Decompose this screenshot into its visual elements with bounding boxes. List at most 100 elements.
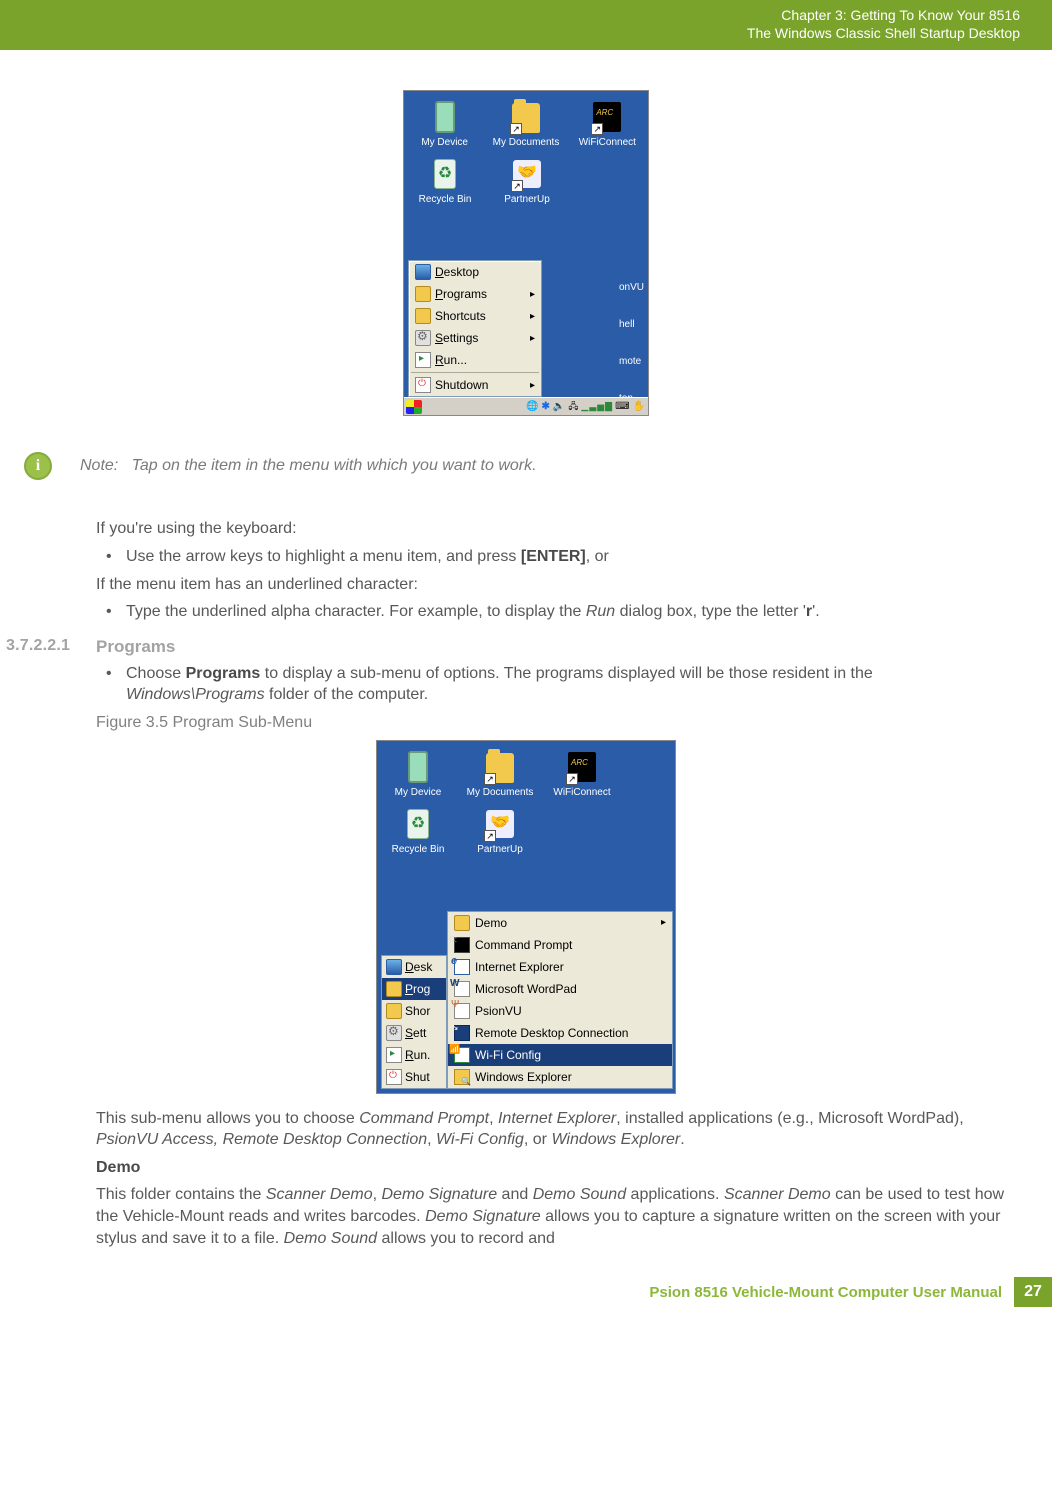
wince-screenshot-2: My Device ↗ My Documents ↗ WiFiConnect R…: [376, 740, 676, 1094]
system-tray: ✱ ▁▃▅▇: [526, 399, 646, 415]
desktop-icon-label: PartnerUp: [486, 194, 568, 205]
start-menu-item-settings: Settings▸: [409, 327, 541, 349]
globe-icon: [526, 401, 539, 412]
speaker-icon: [553, 401, 566, 412]
submenu-arrow-icon: ▸: [530, 380, 535, 391]
section-title: Programs: [96, 637, 1052, 657]
note-body: Tap on the item in the menu with which y…: [132, 457, 537, 474]
desktop-icon-my-device: My Device: [404, 99, 485, 148]
folder-icon: [386, 981, 402, 997]
windows-explorer-icon: [454, 1069, 470, 1085]
desktop-icon-partnerup: ↗ PartnerUp: [459, 806, 541, 855]
section-number: 3.7.2.2.1: [6, 637, 70, 655]
hand-icon: [633, 401, 646, 412]
demo-heading: Demo: [96, 1157, 1014, 1179]
submenu-arrow-icon: ▸: [530, 289, 535, 300]
submenu-item-windows-explorer: Windows Explorer: [448, 1066, 672, 1088]
bullet-underlined-char: Type the underlined alpha character. For…: [96, 601, 1014, 623]
section-heading-row: 3.7.2.2.1 Programs: [0, 637, 1052, 657]
rdc-icon: [454, 1025, 470, 1041]
bluetooth-icon: ✱: [542, 401, 551, 412]
submenu-arrow-icon: ▸: [661, 917, 666, 928]
gear-icon: [415, 330, 431, 346]
shortcut-arrow-icon: ↗: [591, 123, 603, 135]
submenu-item-microsoft-wordpad: Microsoft WordPad: [448, 978, 672, 1000]
psionvu-icon: [454, 1003, 470, 1019]
shutdown-icon: [386, 1069, 402, 1085]
figure-caption: Figure 3.5 Program Sub-Menu: [96, 712, 1014, 734]
folder-icon: [386, 1003, 402, 1019]
figure-programs-submenu: My Device ↗ My Documents ↗ WiFiConnect R…: [0, 740, 1052, 1094]
header-chapter: Chapter 3: Getting To Know Your 8516: [0, 6, 1020, 24]
submenu-arrow-icon: ▸: [530, 311, 535, 322]
folder-icon: [415, 286, 431, 302]
submenu-item-wifi-config: Wi-Fi Config: [448, 1044, 672, 1066]
desktop-icon-label: My Documents: [485, 137, 566, 148]
desktop-icon-label: My Device: [404, 137, 485, 148]
para-submenu-desc: This sub-menu allows you to choose Comma…: [96, 1108, 1014, 1151]
start-menu-item-desktop: Desk: [382, 956, 446, 978]
monitor-icon: [386, 959, 402, 975]
para-keyboard-intro: If you're using the keyboard:: [96, 518, 1014, 540]
wifi-icon: [454, 1047, 470, 1063]
start-menu-item-shutdown: Shutdown▸: [409, 374, 541, 396]
start-menu-item-settings: Sett: [382, 1022, 446, 1044]
shortcut-arrow-icon: ↗: [510, 123, 522, 135]
wordpad-icon: [454, 981, 470, 997]
bullet-choose-programs: Choose Programs to display a sub-menu of…: [96, 663, 1014, 706]
submenu-item-demo: Demo▸: [448, 912, 672, 934]
bullet-arrow-keys: Use the arrow keys to highlight a menu i…: [96, 546, 1014, 568]
shortcut-arrow-icon: ↗: [484, 773, 496, 785]
submenu-item-psionvu: PsionVU: [448, 1000, 672, 1022]
submenu-arrow-icon: ▸: [530, 333, 535, 344]
submenu-item-remote-desktop: Remote Desktop Connection: [448, 1022, 672, 1044]
para-underlined-intro: If the menu item has an underlined chara…: [96, 574, 1014, 596]
desktop-icon-partnerup: ↗ PartnerUp: [486, 156, 568, 205]
desktop-icon-my-device: My Device: [377, 749, 459, 798]
footer-manual-title: Psion 8516 Vehicle-Mount Computer User M…: [649, 1284, 1002, 1301]
page-footer: Psion 8516 Vehicle-Mount Computer User M…: [0, 1277, 1052, 1307]
start-menu: Desktop Programs▸ Shortcuts▸ Settings▸ R…: [408, 260, 542, 397]
start-menu-item-run: Run...: [409, 349, 541, 371]
run-icon: [386, 1047, 402, 1063]
start-menu-item-programs: Prog: [382, 978, 446, 1000]
desktop-icon-label: Recycle Bin: [404, 194, 486, 205]
header-subtitle: The Windows Classic Shell Startup Deskto…: [0, 24, 1020, 42]
desktop-icon-recycle-bin: Recycle Bin: [377, 806, 459, 855]
start-flag-icon: [406, 400, 422, 414]
taskbar: ✱ ▁▃▅▇: [404, 397, 648, 415]
shortcut-arrow-icon: ↗: [566, 773, 578, 785]
desktop-icon-recycle-bin: Recycle Bin: [404, 156, 486, 205]
start-menu-item-shutdown: Shut: [382, 1066, 446, 1088]
para-demo-desc: This folder contains the Scanner Demo, D…: [96, 1184, 1014, 1249]
desktop-icon-wificonnect: ↗ WiFiConnect: [567, 99, 648, 148]
signal-icon: ▁▃▅▇: [581, 401, 613, 412]
ie-icon: [454, 959, 470, 975]
folder-icon: [454, 915, 470, 931]
start-menu-item-shortcuts: Shor: [382, 1000, 446, 1022]
command-prompt-icon: [454, 937, 470, 953]
gear-icon: [386, 1025, 402, 1041]
shortcut-arrow-icon: ↗: [511, 180, 523, 192]
submenu-item-internet-explorer: Internet Explorer: [448, 956, 672, 978]
start-menu-item-run: Run.: [382, 1044, 446, 1066]
run-icon: [415, 352, 431, 368]
network-icon: [568, 399, 579, 415]
programs-submenu: Demo▸ Command Prompt Internet Explorer M…: [447, 911, 673, 1089]
start-menu-item-desktop: Desktop: [409, 261, 541, 283]
start-menu-item-shortcuts: Shortcuts▸: [409, 305, 541, 327]
keyboard-icon: [615, 401, 630, 412]
page-header: Chapter 3: Getting To Know Your 8516 The…: [0, 0, 1052, 50]
footer-page-number: 27: [1014, 1277, 1052, 1307]
note-text: Note: Tap on the item in the menu with w…: [80, 457, 537, 475]
desktop-icon-wificonnect: ↗ WiFiConnect: [541, 749, 623, 798]
wince-screenshot-1: My Device ↗ My Documents ↗ WiFiConnect R…: [403, 90, 649, 416]
start-menu-item-programs: Programs▸: [409, 283, 541, 305]
folder-icon: [415, 308, 431, 324]
monitor-icon: [415, 264, 431, 280]
figure-start-menu: My Device ↗ My Documents ↗ WiFiConnect R…: [0, 90, 1052, 416]
start-menu: Desk Prog Shor Sett Run. Shut: [381, 955, 447, 1089]
note-label: Note:: [80, 457, 118, 474]
desktop-icon-my-documents: ↗ My Documents: [485, 99, 566, 148]
desktop-icon-my-documents: ↗ My Documents: [459, 749, 541, 798]
